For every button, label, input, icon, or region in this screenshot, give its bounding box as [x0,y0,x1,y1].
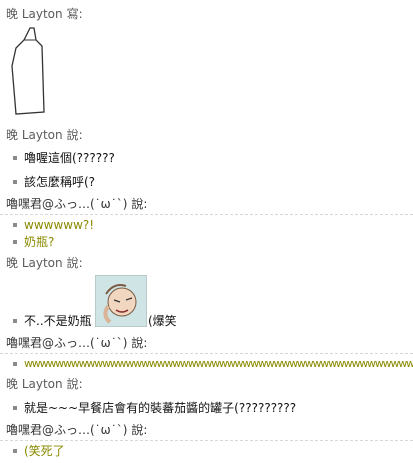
bullet-icon [13,362,17,366]
divider [0,440,413,442]
bullet-icon [13,156,17,160]
speaker-line: 晚 Layton 說: [6,255,406,271]
message-text: (爆笑 [148,314,177,328]
bullet-icon [13,406,17,410]
speaker-line: 晚 Layton 說: [6,376,406,392]
bullet-icon [13,223,17,227]
speaker-verb: 寫: [66,7,83,21]
speaker-name: 晚 Layton [6,7,63,21]
message-item: wwwwww?! [0,217,413,233]
message-item: 該怎麼稱呼(? [0,174,413,190]
bullet-icon [13,240,17,244]
speaker-name: 嚕嘿君@ふっ…(˙ω˙`) [6,423,128,437]
message-text: 不..不是奶瓶 [24,314,92,328]
bullet-icon [13,319,17,323]
message-text: (笑死了 [24,444,65,458]
speaker-line: 晚 Layton 寫: [6,6,406,22]
message-item: 就是~~~早餐店會有的裝蕃茄醬的罐子(????????? [0,400,413,416]
message-text: wwwwww?! [24,218,95,232]
speaker-verb: 說: [66,128,83,142]
speaker-line: 嚕嘿君@ふっ…(˙ω˙`) 說: [6,422,406,438]
message-text: 嚕喔這個(?????? [24,151,115,165]
speaker-line: 嚕嘿君@ふっ…(˙ω˙`) 說: [6,335,406,351]
speaker-name: 嚕嘿君@ふっ…(˙ω˙`) [6,197,128,211]
message-item: 奶瓶? [0,234,413,250]
speaker-verb: 說: [66,256,83,270]
speaker-line: 晚 Layton 說: [6,127,406,143]
speaker-verb: 說: [131,423,148,437]
message-item: (笑死了 [0,443,413,459]
message-text: 就是~~~早餐店會有的裝蕃茄醬的罐子(????????? [24,401,297,415]
speaker-name: 晚 Layton [6,128,63,142]
chat-log: 晚 Layton 寫: 晚 Layton 說: 嚕喔這個(?????? 該怎麼稱呼(… [0,0,413,463]
speaker-name: 嚕嘿君@ふっ…(˙ω˙`) [6,336,128,350]
speaker-name: 晚 Layton [6,377,63,391]
message-item: 不..不是奶瓶 (爆笑 [0,313,413,329]
bullet-icon [13,180,17,184]
message-item: wwwwwwwwwwwwwwwwwwwwwwwwwwwwwwwwwwwwwwww… [0,356,413,372]
bullet-icon [13,449,17,453]
message-text: 該怎麼稱呼(? [24,175,96,189]
message-text: 奶瓶? [24,235,55,249]
speaker-verb: 說: [66,377,83,391]
speaker-verb: 說: [131,197,148,211]
speaker-line: 嚕嘿君@ふっ…(˙ω˙`) 說: [6,196,406,212]
message-text: wwwwwwwwwwwwwwwwwwwwwwwwwwwwwwwwwwwwwwww… [24,357,413,370]
message-item: 嚕喔這個(?????? [0,150,413,166]
speaker-name: 晚 Layton [6,256,63,270]
ketchup-bottle-drawing [11,27,45,115]
divider [0,353,413,355]
divider [0,214,413,216]
speaker-verb: 說: [131,336,148,350]
